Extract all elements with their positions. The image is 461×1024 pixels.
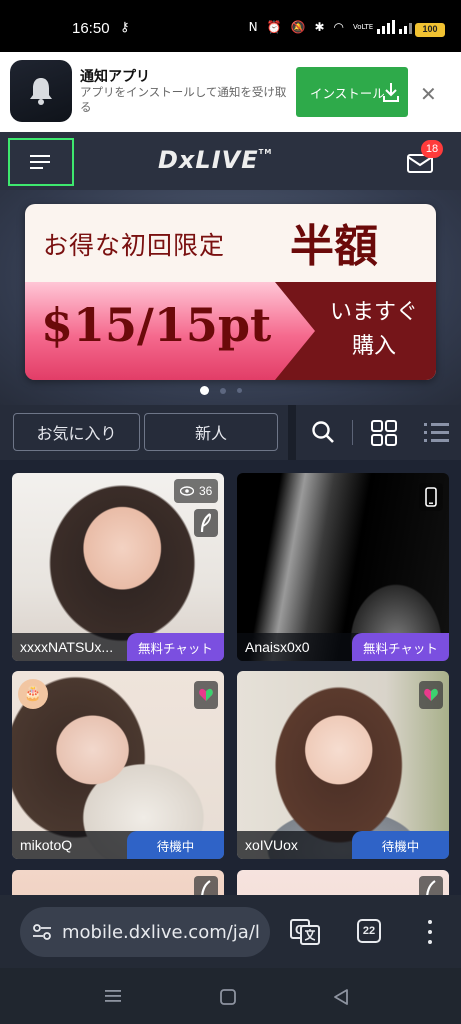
install-label: インストール — [310, 85, 385, 101]
performer-photo — [237, 870, 449, 895]
tab-favorites[interactable]: お気に入り — [13, 413, 140, 451]
translate-icon: G — [290, 919, 320, 945]
cake-icon: 🎂 — [24, 686, 42, 702]
feather-icon — [426, 880, 436, 895]
promo-buy-text: いますぐ 購入 — [315, 296, 433, 364]
download-icon — [383, 83, 399, 102]
mute-icon: 🔕 — [290, 20, 309, 34]
feather-badge — [194, 509, 218, 537]
list-icon — [424, 423, 449, 442]
promo-buy-line1: いますぐ — [329, 300, 418, 325]
site-header: DxLIVETM — [0, 132, 461, 190]
filter-divider — [288, 405, 296, 460]
performer-name: xoIVUox — [245, 837, 298, 853]
status-icons: N ⏰ 🔕 ✱ ◠ VoLTE — [249, 20, 415, 34]
banner-description: アプリをインストールして通知を受け取る — [80, 85, 287, 114]
mail-count-badge: 18 — [421, 140, 443, 158]
alarm-icon: ⏰ — [266, 20, 285, 34]
carousel-dots — [200, 386, 242, 395]
grid-icon — [371, 420, 397, 446]
wifi-icon: ◠ — [333, 20, 347, 34]
feather-icon — [201, 880, 211, 895]
tabs-button[interactable]: 22 — [357, 919, 381, 943]
home-icon[interactable] — [219, 988, 237, 1006]
list-view-button[interactable] — [422, 419, 450, 447]
heart-icon — [199, 688, 213, 701]
bell-icon — [30, 78, 52, 105]
key-icon: ⚷ — [120, 20, 130, 35]
recent-apps-icon[interactable] — [103, 988, 123, 1004]
promo-top: お得な初回限定 半額 — [25, 204, 436, 282]
status-time: 16:50 — [72, 20, 110, 37]
heart-icon — [424, 688, 438, 701]
carousel-dot[interactable] — [220, 387, 226, 394]
performer-name: xxxxNATSUx... — [20, 639, 114, 655]
promo-line1-big: 半額 — [290, 221, 378, 272]
avatar-badge: 🎂 — [18, 679, 48, 709]
bluetooth-icon: ✱ — [314, 20, 328, 34]
viewer-count-value: 36 — [199, 484, 213, 498]
site-logo[interactable]: DxLIVETM — [158, 146, 272, 174]
performer-card[interactable] — [12, 870, 224, 895]
status-badge: 待機中 — [127, 831, 224, 859]
browser-toolbar: mobile.dxlive.com/ja/l G 22 — [0, 895, 461, 968]
install-button[interactable]: インストール — [296, 67, 408, 117]
carousel-dot[interactable] — [237, 388, 242, 393]
performer-grid: 36 xxxxNATSUx... 無料チャット Anaisx0x0 無料チャット… — [0, 460, 461, 895]
divider — [352, 420, 353, 445]
more-menu-icon[interactable] — [420, 917, 440, 947]
grid-view-button[interactable] — [370, 419, 398, 447]
performer-name: Anaisx0x0 — [245, 639, 310, 655]
promo-line1: お得な初回限定 — [43, 231, 226, 260]
promo-price: $15/15pt — [41, 298, 272, 352]
url-bar[interactable]: mobile.dxlive.com/ja/l — [20, 907, 270, 957]
viewer-count: 36 — [174, 479, 219, 503]
performer-photo — [12, 870, 224, 895]
site-settings-icon — [33, 924, 51, 940]
filter-bar: お気に入り 新人 — [0, 405, 461, 460]
search-button[interactable] — [310, 419, 336, 445]
feather-badge — [419, 876, 443, 895]
status-badge: 無料チャット — [352, 633, 449, 661]
feather-icon — [200, 513, 211, 533]
url-text: mobile.dxlive.com/ja/l — [62, 921, 260, 943]
volte-icon: VoLTE — [353, 23, 374, 31]
carousel-dot[interactable] — [200, 386, 209, 395]
status-bar: 16:50 ⚷ N ⏰ 🔕 ✱ ◠ VoLTE 100 — [0, 0, 461, 52]
menu-button[interactable] — [8, 138, 74, 186]
performer-card[interactable]: 36 xxxxNATSUx... 無料チャット — [12, 473, 224, 661]
close-icon[interactable]: ✕ — [420, 82, 437, 106]
app-icon — [10, 60, 72, 122]
phone-badge — [419, 483, 443, 511]
feather-badge — [194, 876, 218, 895]
performer-card[interactable] — [237, 870, 449, 895]
back-icon[interactable] — [332, 988, 350, 1006]
performer-card[interactable]: Anaisx0x0 無料チャット — [237, 473, 449, 661]
heart-badge — [194, 681, 218, 709]
performer-card[interactable]: xoIVUox 待機中 — [237, 671, 449, 859]
signal-icon — [377, 20, 412, 34]
promo-banner[interactable]: お得な初回限定 半額 $15/15pt いますぐ 購入 — [25, 204, 436, 380]
performer-card[interactable]: 🎂 mikotoQ 待機中 — [12, 671, 224, 859]
promo-buy-line2: 購入 — [351, 334, 396, 359]
hamburger-icon — [30, 155, 50, 169]
promo-price-area: $15/15pt — [25, 282, 315, 380]
nfc-icon: N — [248, 20, 261, 34]
install-banner: 通知アプリ アプリをインストールして通知を受け取る インストール ✕ — [0, 52, 461, 132]
heart-badge — [419, 681, 443, 709]
status-badge: 待機中 — [352, 831, 449, 859]
mobile-icon — [425, 487, 437, 507]
hero-carousel[interactable]: お得な初回限定 半額 $15/15pt いますぐ 購入 — [0, 190, 461, 405]
tab-new[interactable]: 新人 — [144, 413, 278, 451]
promo-bottom: $15/15pt いますぐ 購入 — [25, 282, 436, 380]
eye-icon — [180, 486, 194, 496]
translate-button[interactable]: G — [290, 919, 320, 945]
performer-name: mikotoQ — [20, 837, 73, 853]
battery-icon: 100 — [415, 23, 445, 37]
system-nav-bar — [0, 968, 461, 1024]
search-icon — [312, 421, 334, 443]
status-badge: 無料チャット — [127, 633, 224, 661]
banner-title: 通知アプリ — [80, 69, 150, 85]
